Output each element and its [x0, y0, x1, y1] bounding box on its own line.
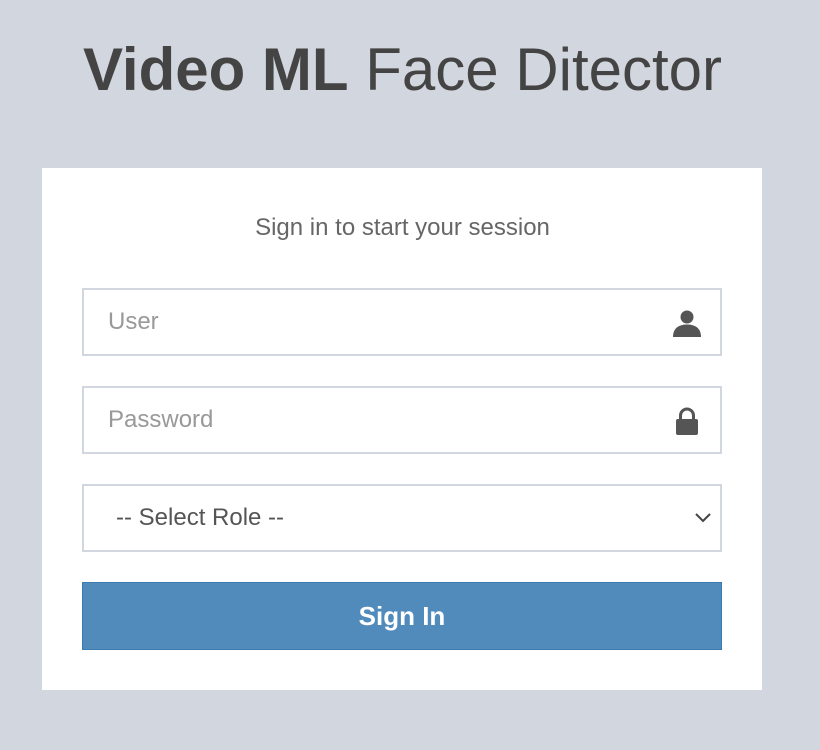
role-select-value: -- Select Role -- — [116, 504, 285, 531]
logo-light-text: Face Ditector — [365, 36, 723, 103]
password-field[interactable] — [82, 386, 722, 454]
user-icon — [673, 310, 701, 337]
logo-bold-text: Video ML — [82, 36, 349, 103]
password-input[interactable] — [84, 388, 644, 452]
role-select[interactable]: -- Select Role -- — [82, 484, 722, 552]
user-field[interactable] — [82, 288, 722, 356]
login-message: Sign in to start your session — [255, 214, 550, 241]
sign-in-button[interactable]: Sign In — [82, 582, 722, 650]
app-logo: Video ML Face Ditector — [0, 30, 805, 110]
user-input[interactable] — [84, 290, 644, 354]
chevron-down-icon — [695, 513, 711, 523]
lock-icon — [676, 407, 698, 435]
